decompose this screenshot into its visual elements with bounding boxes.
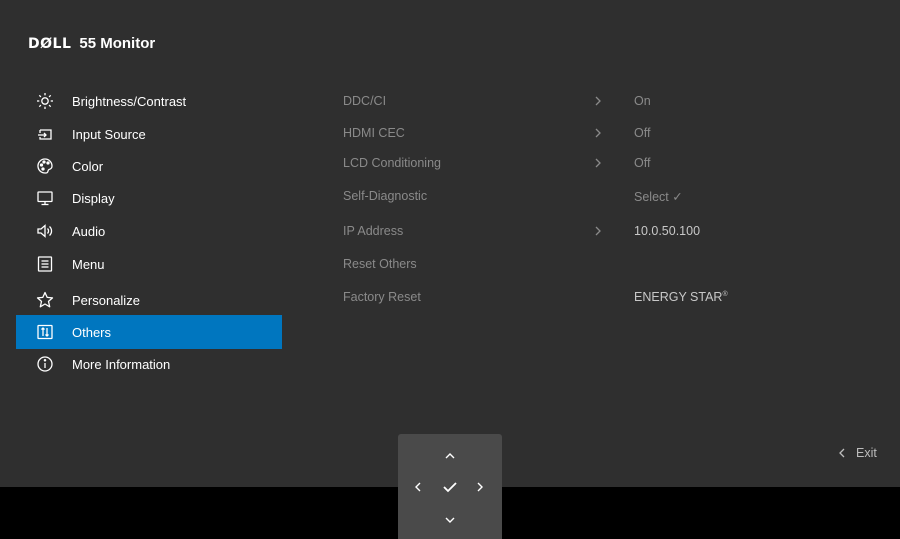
setting-row-ddc-ci[interactable]: DDC/CI On <box>343 92 743 112</box>
chevron-down-icon[interactable] <box>441 511 459 529</box>
exit-label: Exit <box>856 446 877 460</box>
chevron-up-icon[interactable] <box>441 447 459 465</box>
setting-value: Off <box>634 156 651 170</box>
setting-label: Self-Diagnostic <box>343 189 428 203</box>
menu-item-label: Personalize <box>72 293 140 308</box>
chevron-left-icon[interactable] <box>409 478 427 496</box>
menu-item-label: Audio <box>72 224 106 239</box>
menu-item-label: Display <box>72 191 115 206</box>
menu-item-label: More Information <box>72 357 171 372</box>
monitor-model-title: 55 Monitor <box>79 35 156 52</box>
osd-header: DØLL 55 Monitor <box>28 35 155 52</box>
menu-item-label: Others <box>72 325 112 340</box>
menu-item-personalize[interactable]: Personalize <box>16 283 282 317</box>
energy-star-text: ENERGY STAR <box>634 290 723 304</box>
chevron-left-icon <box>839 448 845 458</box>
menu-item-label: Menu <box>72 257 105 272</box>
setting-label: Factory Reset <box>343 290 421 304</box>
info-icon <box>36 355 54 373</box>
star-icon <box>36 291 54 309</box>
speaker-icon <box>36 222 54 240</box>
chevron-right-icon <box>593 156 603 170</box>
menu-item-display[interactable]: Display <box>16 181 282 215</box>
setting-value: On <box>634 94 651 108</box>
setting-label: HDMI CEC <box>343 126 405 140</box>
menu-icon <box>36 255 54 273</box>
input-source-icon <box>36 125 54 143</box>
setting-row-lcd-conditioning[interactable]: LCD Conditioning Off <box>343 154 743 174</box>
setting-row-self-diagnostic[interactable]: Self-Diagnostic Select ✓ <box>343 187 743 207</box>
setting-label: DDC/CI <box>343 94 387 108</box>
exit-button[interactable]: Exit <box>838 446 877 460</box>
navigation-pad <box>398 434 502 539</box>
menu-item-audio[interactable]: Audio <box>16 214 282 248</box>
setting-row-ip-address[interactable]: IP Address 10.0.50.100 <box>343 222 743 242</box>
setting-value: 10.0.50.100 <box>634 224 701 238</box>
brightness-icon <box>36 92 54 110</box>
checkmark-icon[interactable] <box>441 478 459 496</box>
setting-label: IP Address <box>343 224 404 238</box>
chevron-right-icon[interactable] <box>471 478 489 496</box>
chevron-right-icon <box>593 224 603 238</box>
menu-item-label: Color <box>72 159 104 174</box>
menu-item-brightness-contrast[interactable]: Brightness/Contrast <box>16 84 282 118</box>
menu-item-label: Brightness/Contrast <box>72 94 187 109</box>
menu-item-input-source[interactable]: Input Source <box>16 117 282 151</box>
others-icon <box>36 323 54 341</box>
menu-item-menu[interactable]: Menu <box>16 247 282 281</box>
display-icon <box>36 189 54 207</box>
setting-row-hdmi-cec[interactable]: HDMI CEC Off <box>343 124 743 144</box>
menu-item-label: Input Source <box>72 127 146 142</box>
menu-item-more-information[interactable]: More Information <box>16 347 282 381</box>
setting-row-reset-others[interactable]: Reset Others <box>343 255 743 275</box>
setting-value: Off <box>634 126 651 140</box>
energy-star-label: ENERGY STAR® <box>634 290 728 304</box>
setting-label: LCD Conditioning <box>343 156 441 170</box>
setting-value: Select ✓ <box>634 190 683 204</box>
registered-mark: ® <box>722 290 728 298</box>
menu-item-color[interactable]: Color <box>16 149 282 183</box>
chevron-right-icon <box>593 126 603 140</box>
menu-item-others[interactable]: Others <box>16 315 282 349</box>
setting-label: Reset Others <box>343 257 417 271</box>
brand-logo: DØLL <box>28 36 72 52</box>
osd-screen: DØLL 55 Monitor Brightness/Contrast Inpu… <box>0 0 900 487</box>
color-palette-icon <box>36 157 54 175</box>
setting-row-factory-reset[interactable]: Factory Reset ENERGY STAR® <box>343 288 743 308</box>
chevron-right-icon <box>593 94 603 108</box>
